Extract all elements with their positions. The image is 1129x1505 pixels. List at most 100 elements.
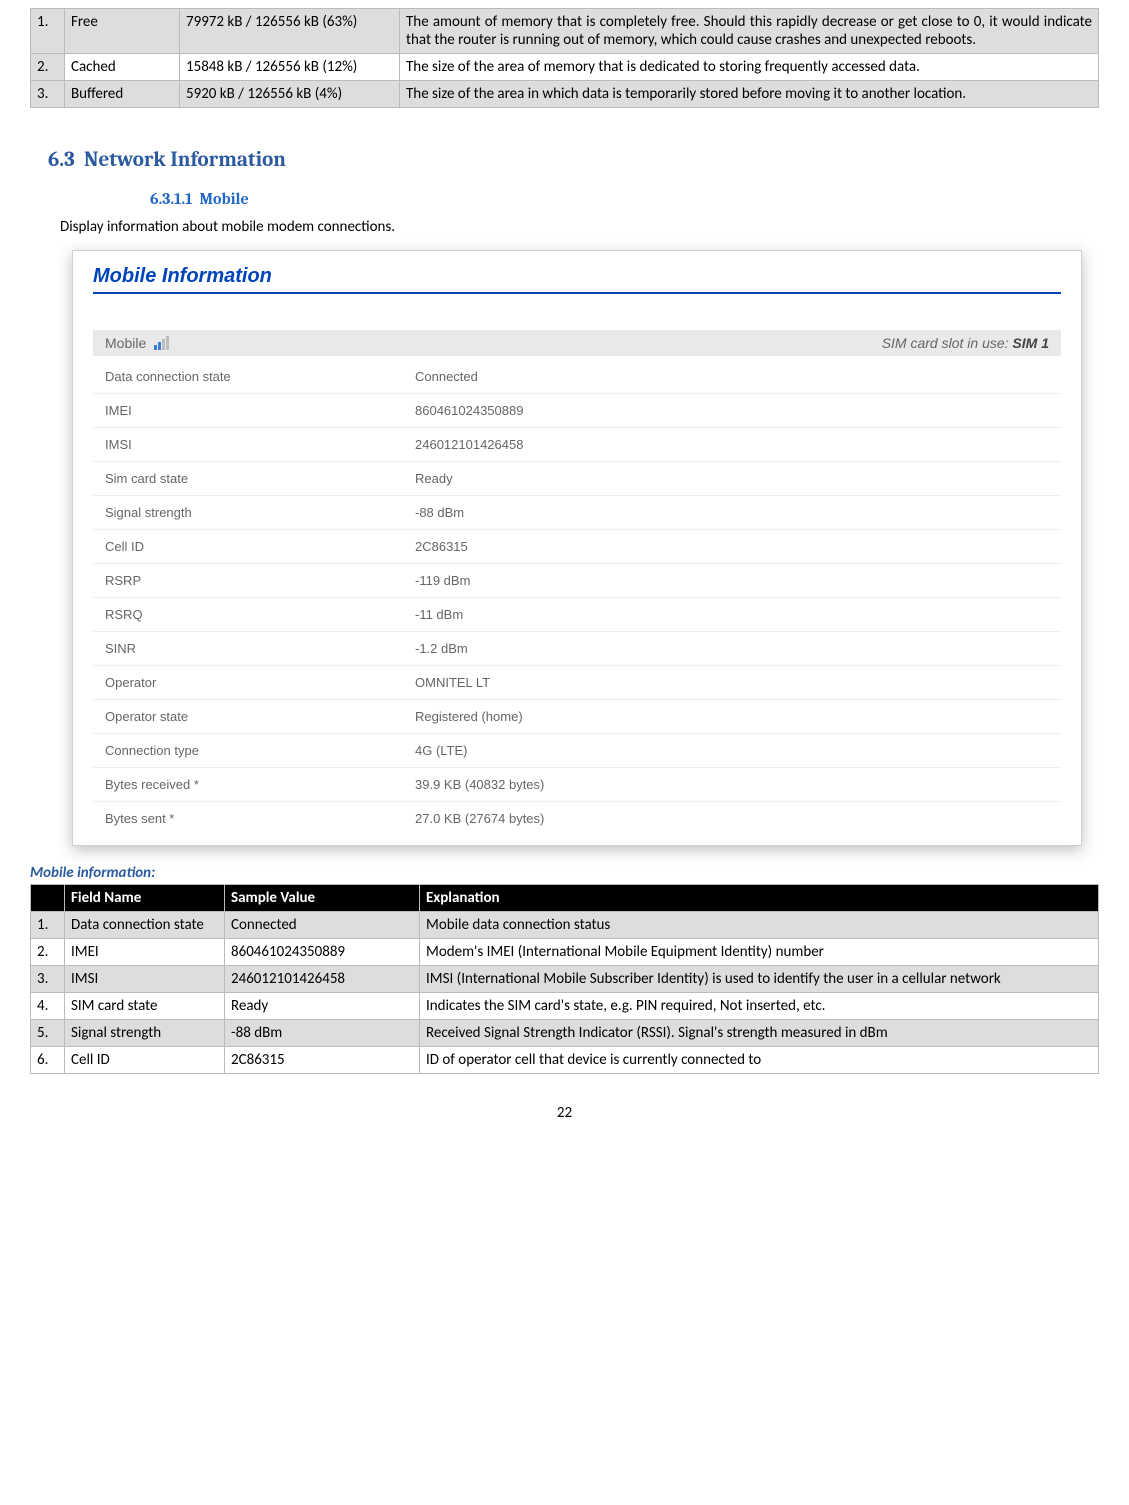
row-field-name: Signal strength bbox=[65, 1020, 225, 1047]
header-blank bbox=[31, 885, 65, 912]
row-number: 3. bbox=[31, 966, 65, 993]
info-value: -11 dBm bbox=[415, 607, 1049, 622]
row-field-name: IMEI bbox=[65, 939, 225, 966]
info-row: IMSI246012101426458 bbox=[93, 428, 1061, 462]
info-label: Connection type bbox=[105, 743, 415, 758]
row-number: 4. bbox=[31, 993, 65, 1020]
header-sample-value: Sample Value bbox=[225, 885, 420, 912]
info-row: Data connection stateConnected bbox=[93, 360, 1061, 394]
info-value: 246012101426458 bbox=[415, 437, 1049, 452]
memory-table: 1.Free79972 kB / 126556 kB (63%)The amou… bbox=[30, 8, 1099, 108]
row-explanation: Received Signal Strength Indicator (RSSI… bbox=[420, 1020, 1099, 1047]
table-row: 2.IMEI860461024350889Modem's IMEI (Inter… bbox=[31, 939, 1099, 966]
signal-icon bbox=[154, 336, 169, 350]
subsection-title: Mobile bbox=[199, 190, 248, 208]
info-value: 4G (LTE) bbox=[415, 743, 1049, 758]
info-label: RSRQ bbox=[105, 607, 415, 622]
row-sample-value: Connected bbox=[225, 912, 420, 939]
info-label: SINR bbox=[105, 641, 415, 656]
info-row: Operator stateRegistered (home) bbox=[93, 700, 1061, 734]
info-row: Cell ID2C86315 bbox=[93, 530, 1061, 564]
row-name: Free bbox=[65, 9, 180, 54]
row-value: 79972 kB / 126556 kB (63%) bbox=[180, 9, 400, 54]
header-field-name: Field Name bbox=[65, 885, 225, 912]
header-explanation: Explanation bbox=[420, 885, 1099, 912]
row-number: 2. bbox=[31, 54, 65, 81]
info-label: Operator state bbox=[105, 709, 415, 724]
row-sample-value: 246012101426458 bbox=[225, 966, 420, 993]
row-sample-value: Ready bbox=[225, 993, 420, 1020]
row-field-name: Cell ID bbox=[65, 1047, 225, 1074]
table-row: 4.SIM card stateReadyIndicates the SIM c… bbox=[31, 993, 1099, 1020]
row-number: 6. bbox=[31, 1047, 65, 1074]
table-row: 6.Cell ID2C86315ID of operator cell that… bbox=[31, 1047, 1099, 1074]
mobile-info-screenshot: Mobile Information Mobile SIM card slot … bbox=[72, 250, 1082, 846]
info-value: Ready bbox=[415, 471, 1049, 486]
info-label: Bytes sent * bbox=[105, 811, 415, 826]
subsection-heading: 6.3.1.1 Mobile bbox=[150, 190, 1099, 208]
info-value: Connected bbox=[415, 369, 1049, 384]
info-row: Bytes sent *27.0 KB (27674 bytes) bbox=[93, 802, 1061, 835]
info-label: IMEI bbox=[105, 403, 415, 418]
field-description-table: Field Name Sample Value Explanation 1.Da… bbox=[30, 884, 1099, 1074]
info-label: Operator bbox=[105, 675, 415, 690]
table-row: 2.Cached15848 kB / 126556 kB (12%)The si… bbox=[31, 54, 1099, 81]
info-value: -88 dBm bbox=[415, 505, 1049, 520]
info-row: Signal strength-88 dBm bbox=[93, 496, 1061, 530]
table-row: 1.Free79972 kB / 126556 kB (63%)The amou… bbox=[31, 9, 1099, 54]
row-sample-value: 860461024350889 bbox=[225, 939, 420, 966]
row-description: The amount of memory that is completely … bbox=[400, 9, 1099, 54]
info-row: SINR-1.2 dBm bbox=[93, 632, 1061, 666]
info-label: Bytes received * bbox=[105, 777, 415, 792]
page-number: 22 bbox=[30, 1104, 1099, 1122]
sim-slot-indicator: SIM card slot in use: SIM 1 bbox=[882, 335, 1049, 351]
subsection-number: 6.3.1.1 bbox=[150, 190, 192, 208]
row-number: 2. bbox=[31, 939, 65, 966]
table-row: 1.Data connection stateConnectedMobile d… bbox=[31, 912, 1099, 939]
panel-title: Mobile Information bbox=[93, 265, 1061, 294]
row-value: 5920 kB / 126556 kB (4%) bbox=[180, 81, 400, 108]
row-sample-value: 2C86315 bbox=[225, 1047, 420, 1074]
info-value: -1.2 dBm bbox=[415, 641, 1049, 656]
row-explanation: IMSI (International Mobile Subscriber Id… bbox=[420, 966, 1099, 993]
row-explanation: Modem's IMEI (International Mobile Equip… bbox=[420, 939, 1099, 966]
row-number: 3. bbox=[31, 81, 65, 108]
section-heading: 6.3 Network Information bbox=[48, 148, 1099, 172]
info-label: Data connection state bbox=[105, 369, 415, 384]
info-value: -119 dBm bbox=[415, 573, 1049, 588]
info-value: 2C86315 bbox=[415, 539, 1049, 554]
row-name: Buffered bbox=[65, 81, 180, 108]
panel-section-bar: Mobile SIM card slot in use: SIM 1 bbox=[93, 330, 1061, 356]
row-field-name: IMSI bbox=[65, 966, 225, 993]
info-value: 860461024350889 bbox=[415, 403, 1049, 418]
info-label: Sim card state bbox=[105, 471, 415, 486]
table-caption: Mobile information: bbox=[30, 864, 1099, 882]
info-row: OperatorOMNITEL LT bbox=[93, 666, 1061, 700]
info-row: IMEI860461024350889 bbox=[93, 394, 1061, 428]
table-row: 5.Signal strength-88 dBmReceived Signal … bbox=[31, 1020, 1099, 1047]
row-description: The size of the area in which data is te… bbox=[400, 81, 1099, 108]
info-row: Sim card stateReady bbox=[93, 462, 1061, 496]
row-number: 5. bbox=[31, 1020, 65, 1047]
row-explanation: Mobile data connection status bbox=[420, 912, 1099, 939]
info-row: Bytes received *39.9 KB (40832 bytes) bbox=[93, 768, 1061, 802]
row-field-name: Data connection state bbox=[65, 912, 225, 939]
row-field-name: SIM card state bbox=[65, 993, 225, 1020]
info-row: Connection type4G (LTE) bbox=[93, 734, 1061, 768]
info-label: Signal strength bbox=[105, 505, 415, 520]
info-label: RSRP bbox=[105, 573, 415, 588]
info-label: Cell ID bbox=[105, 539, 415, 554]
row-number: 1. bbox=[31, 9, 65, 54]
table-row: 3.IMSI246012101426458IMSI (International… bbox=[31, 966, 1099, 993]
row-name: Cached bbox=[65, 54, 180, 81]
info-value: Registered (home) bbox=[415, 709, 1049, 724]
info-value: 27.0 KB (27674 bytes) bbox=[415, 811, 1049, 826]
info-value: OMNITEL LT bbox=[415, 675, 1049, 690]
intro-text: Display information about mobile modem c… bbox=[60, 218, 1099, 236]
row-number: 1. bbox=[31, 912, 65, 939]
row-value: 15848 kB / 126556 kB (12%) bbox=[180, 54, 400, 81]
section-number: 6.3 bbox=[48, 148, 75, 172]
info-value: 39.9 KB (40832 bytes) bbox=[415, 777, 1049, 792]
row-sample-value: -88 dBm bbox=[225, 1020, 420, 1047]
row-explanation: Indicates the SIM card's state, e.g. PIN… bbox=[420, 993, 1099, 1020]
